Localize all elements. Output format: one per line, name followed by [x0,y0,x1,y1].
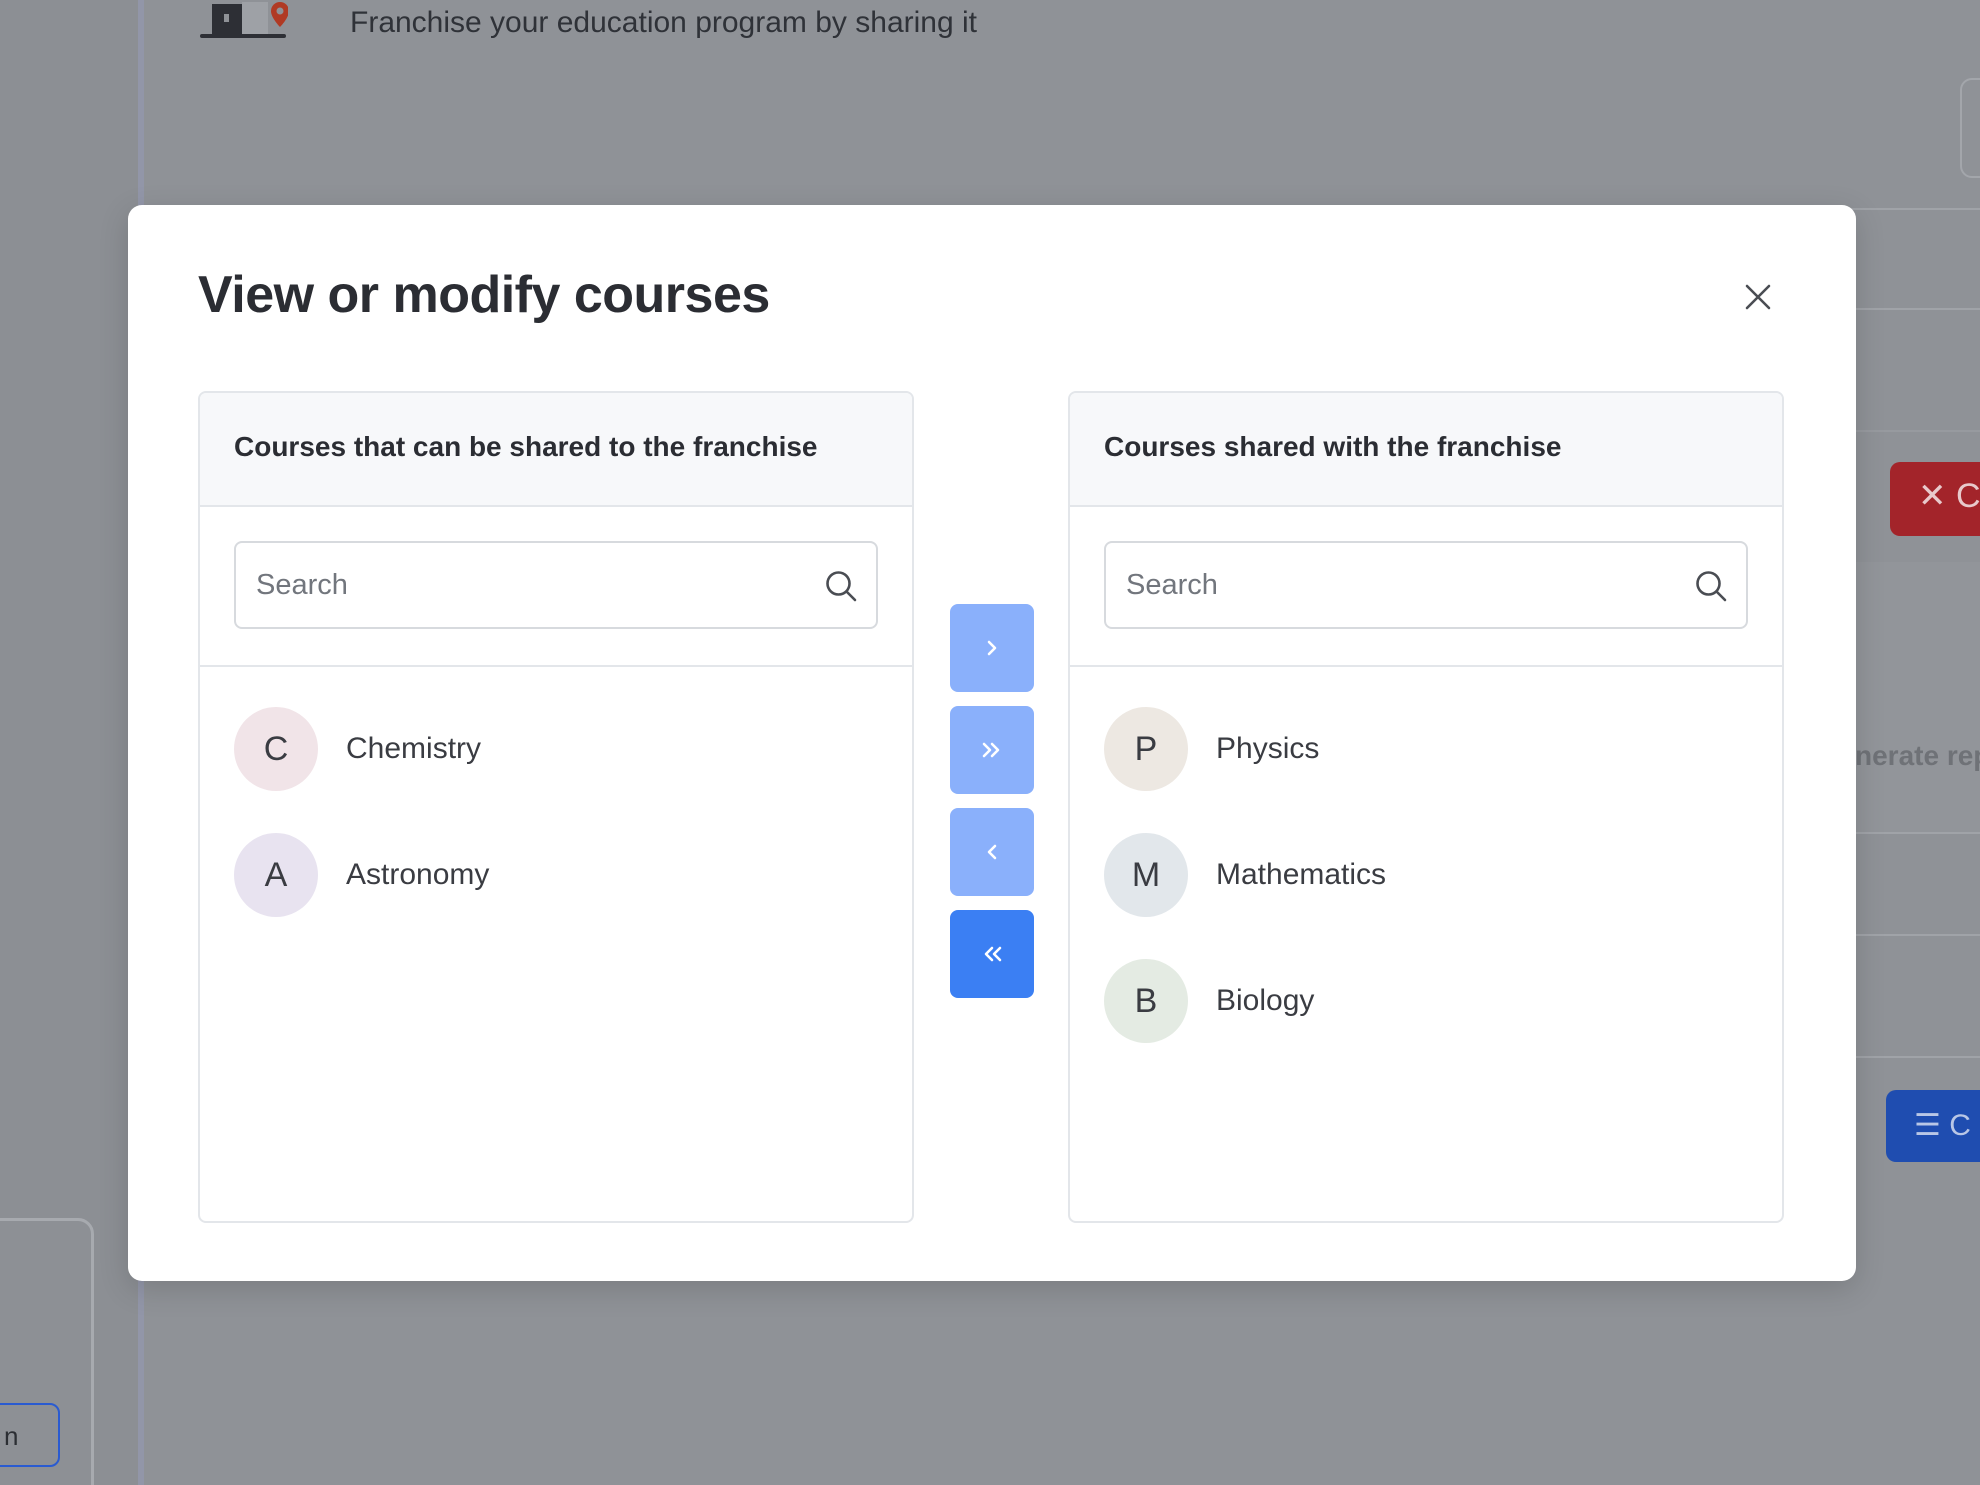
course-item-chemistry[interactable]: C Chemistry [234,707,912,791]
course-label: Chemistry [346,732,482,765]
search-icon[interactable] [1694,569,1728,603]
background-divider [1850,934,1980,936]
available-courses-panel: Courses that can be shared to the franch… [198,391,914,1223]
shared-courses-list: P Physics M Mathematics B Biology [1070,667,1782,1043]
background-right-card [1960,78,1980,178]
background-divider [1850,832,1980,834]
shared-search-area [1070,507,1782,667]
transfer-controls [950,604,1034,1012]
available-search-input[interactable] [256,543,816,627]
background-bottom-button: n [0,1403,60,1467]
background-divider [1850,1056,1980,1058]
franchise-location-icon [200,2,288,38]
search-icon[interactable] [824,569,858,603]
chevron-left-icon [987,844,997,860]
sliders-icon: ☰ [1914,1109,1941,1142]
shared-courses-panel: Courses shared with the franchise P Phys… [1068,391,1784,1223]
avatar: M [1104,833,1188,917]
course-item-biology[interactable]: B Biology [1104,959,1782,1043]
available-search-box [234,541,878,629]
courses-modal: View or modify courses Courses that can … [128,205,1856,1281]
available-courses-header: Courses that can be shared to the franch… [200,393,912,507]
avatar: C [234,707,318,791]
course-label: Physics [1216,732,1320,765]
course-label: Biology [1216,984,1315,1017]
double-chevron-left-icon [984,946,1002,962]
course-item-astronomy[interactable]: A Astronomy [234,833,912,917]
avatar: B [1104,959,1188,1043]
shared-search-input[interactable] [1126,543,1686,627]
avatar: A [234,833,318,917]
avatar: P [1104,707,1188,791]
course-label: Astronomy [346,858,490,891]
move-selected-left-button[interactable] [950,808,1034,896]
close-icon: ✕ [1918,477,1947,515]
shared-search-box [1104,541,1748,629]
background-configure-button: ☰ C [1886,1090,1980,1162]
background-report-section [1850,562,1980,832]
modal-title: View or modify courses [198,266,770,324]
course-label: Mathematics [1216,858,1387,891]
background-cancel-button: ✕ C [1890,462,1980,536]
available-search-area [200,507,912,667]
chevron-right-icon [987,640,997,656]
background-divider [1850,208,1980,210]
shared-courses-header: Courses shared with the franchise [1070,393,1782,507]
close-icon[interactable] [1736,275,1780,319]
background-generate-report-text: nerate rep [1855,740,1980,771]
move-all-left-button[interactable] [950,910,1034,998]
course-item-mathematics[interactable]: M Mathematics [1104,833,1782,917]
background-divider [1850,430,1980,432]
available-courses-list: C Chemistry A Astronomy [200,667,912,917]
course-item-physics[interactable]: P Physics [1104,707,1782,791]
page-subtitle: Franchise your education program by shar… [350,6,977,39]
double-chevron-right-icon [982,742,1000,758]
move-selected-right-button[interactable] [950,604,1034,692]
background-divider [1850,308,1980,310]
move-all-right-button[interactable] [950,706,1034,794]
